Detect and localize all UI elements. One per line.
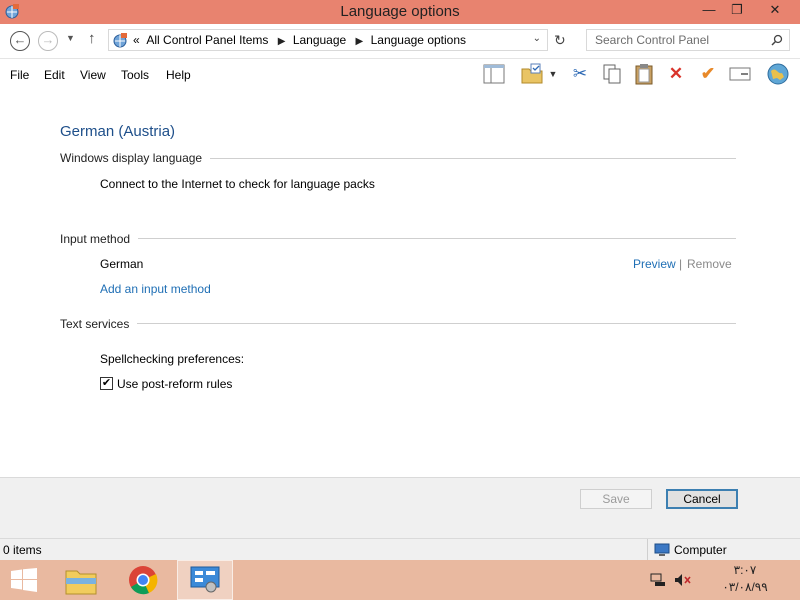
control-panel-icon <box>113 33 127 48</box>
link-separator: | <box>679 257 683 271</box>
menu-view[interactable]: View <box>80 68 106 82</box>
network-icon[interactable] <box>650 573 666 587</box>
content-pane: German (Austria) Windows display languag… <box>0 89 800 477</box>
zone-label: Computer <box>674 543 727 557</box>
chevron-right-icon[interactable]: ▶ <box>278 36 286 47</box>
menu-bar: File Edit View Tools Help ▼ ✂ ✕ ✔ <box>0 59 800 89</box>
section-divider <box>60 323 736 324</box>
clock[interactable]: ۳:۰۷ ۰۳/۰۸/۹۹ <box>700 563 790 594</box>
section-divider <box>60 238 736 239</box>
arrow-right-icon: → <box>41 32 55 47</box>
minimize-button[interactable]: — <box>694 0 724 22</box>
language-pack-message: Connect to the Internet to check for lan… <box>100 177 375 191</box>
recent-locations-dropdown[interactable]: ▼ <box>66 33 75 43</box>
cancel-button[interactable]: Cancel <box>666 489 738 509</box>
check-icon: ✔ <box>700 64 716 83</box>
delete-button[interactable]: ✕ <box>664 62 688 86</box>
back-button[interactable]: ← <box>10 31 30 51</box>
menu-edit[interactable]: Edit <box>44 68 65 82</box>
post-reform-label[interactable]: Use post-reform rules <box>117 377 232 391</box>
cut-button[interactable]: ✂ <box>568 62 592 86</box>
status-bar: 0 items Computer <box>0 538 800 561</box>
clock-time: ۳:۰۷ <box>733 563 757 577</box>
search-icon <box>771 34 783 46</box>
copy-icon <box>603 64 621 84</box>
close-button[interactable]: ✕ <box>760 0 790 22</box>
properties-button[interactable]: ✔ <box>696 62 720 86</box>
chrome-icon <box>129 566 158 595</box>
window-title: Language options <box>340 3 460 20</box>
title-bar: Language options — ❐ ✕ <box>0 0 800 24</box>
chevron-down-icon[interactable]: ⌄ <box>533 33 541 44</box>
arrow-left-icon: ← <box>13 32 27 47</box>
clock-date: ۰۳/۰۸/۹۹ <box>722 580 768 594</box>
section-title-display-language: Windows display language <box>60 151 211 165</box>
control-panel-icon <box>190 566 220 593</box>
layout-icon <box>483 64 505 84</box>
copy-button[interactable] <box>600 62 624 86</box>
clipboard-icon <box>635 64 653 85</box>
spellcheck-label: Spellchecking preferences: <box>100 352 245 366</box>
dialog-footer: Save Cancel <box>0 477 800 538</box>
menu-tools[interactable]: Tools <box>121 68 149 82</box>
section-title-input-method: Input method <box>60 232 139 246</box>
globe-button[interactable] <box>766 62 790 86</box>
breadcrumb-overflow[interactable]: « <box>133 33 140 47</box>
preview-pane-button[interactable] <box>482 62 506 86</box>
chrome-taskbar-button[interactable] <box>116 560 172 600</box>
status-divider <box>647 539 648 561</box>
preview-link[interactable]: Preview <box>633 257 676 271</box>
volume-muted-icon[interactable] <box>674 573 692 587</box>
breadcrumb-language-options[interactable]: Language options <box>371 33 466 47</box>
address-field[interactable]: « All Control Panel Items ▶ Language ▶ L… <box>108 29 548 51</box>
page-title: German (Austria) <box>60 123 176 140</box>
paste-button[interactable] <box>632 62 656 86</box>
breadcrumb: « All Control Panel Items ▶ Language ▶ L… <box>133 33 470 47</box>
file-explorer-taskbar-button[interactable] <box>54 560 110 600</box>
breadcrumb-all-control-panel-items[interactable]: All Control Panel Items <box>146 33 268 47</box>
maximize-button[interactable]: ❐ <box>722 0 752 22</box>
folder-options-button[interactable] <box>520 62 544 86</box>
menu-file[interactable]: File <box>10 68 29 82</box>
taskbar: ۳:۰۷ ۰۳/۰۸/۹۹ <box>0 560 800 600</box>
section-title-text-services: Text services <box>60 317 138 331</box>
breadcrumb-language[interactable]: Language <box>293 33 346 47</box>
post-reform-checkbox[interactable]: ✔ <box>100 377 113 390</box>
folder-icon <box>521 63 543 84</box>
folder-options-dropdown[interactable]: ▼ <box>546 62 560 86</box>
globe-icon <box>767 63 789 85</box>
search-input[interactable]: Search Control Panel <box>586 29 790 51</box>
rename-icon <box>729 67 751 81</box>
forward-button[interactable]: → <box>38 31 58 51</box>
menu-help[interactable]: Help <box>166 68 191 82</box>
delete-icon: ✕ <box>668 64 684 83</box>
address-toolbar: ← → ▼ ↑ « All Control Panel Items ▶ Lang… <box>0 24 800 59</box>
scissors-icon: ✂ <box>572 64 588 83</box>
item-count: 0 items <box>3 543 42 557</box>
up-button[interactable]: ↑ <box>88 30 96 47</box>
add-input-method-link[interactable]: Add an input method <box>100 282 211 296</box>
refresh-button[interactable]: ↻ <box>554 32 566 49</box>
windows-logo-icon <box>11 568 37 592</box>
checkmark-icon: ✔ <box>101 377 112 389</box>
remove-link[interactable]: Remove <box>687 257 732 271</box>
computer-icon <box>654 543 670 556</box>
folder-icon <box>65 570 97 595</box>
search-placeholder: Search Control Panel <box>595 33 710 47</box>
rename-button[interactable] <box>728 62 752 86</box>
start-button[interactable] <box>0 560 48 600</box>
control-panel-taskbar-button[interactable] <box>177 560 233 600</box>
chevron-right-icon[interactable]: ▶ <box>356 36 364 47</box>
save-button[interactable]: Save <box>580 489 652 509</box>
input-method-name: German <box>100 257 144 271</box>
